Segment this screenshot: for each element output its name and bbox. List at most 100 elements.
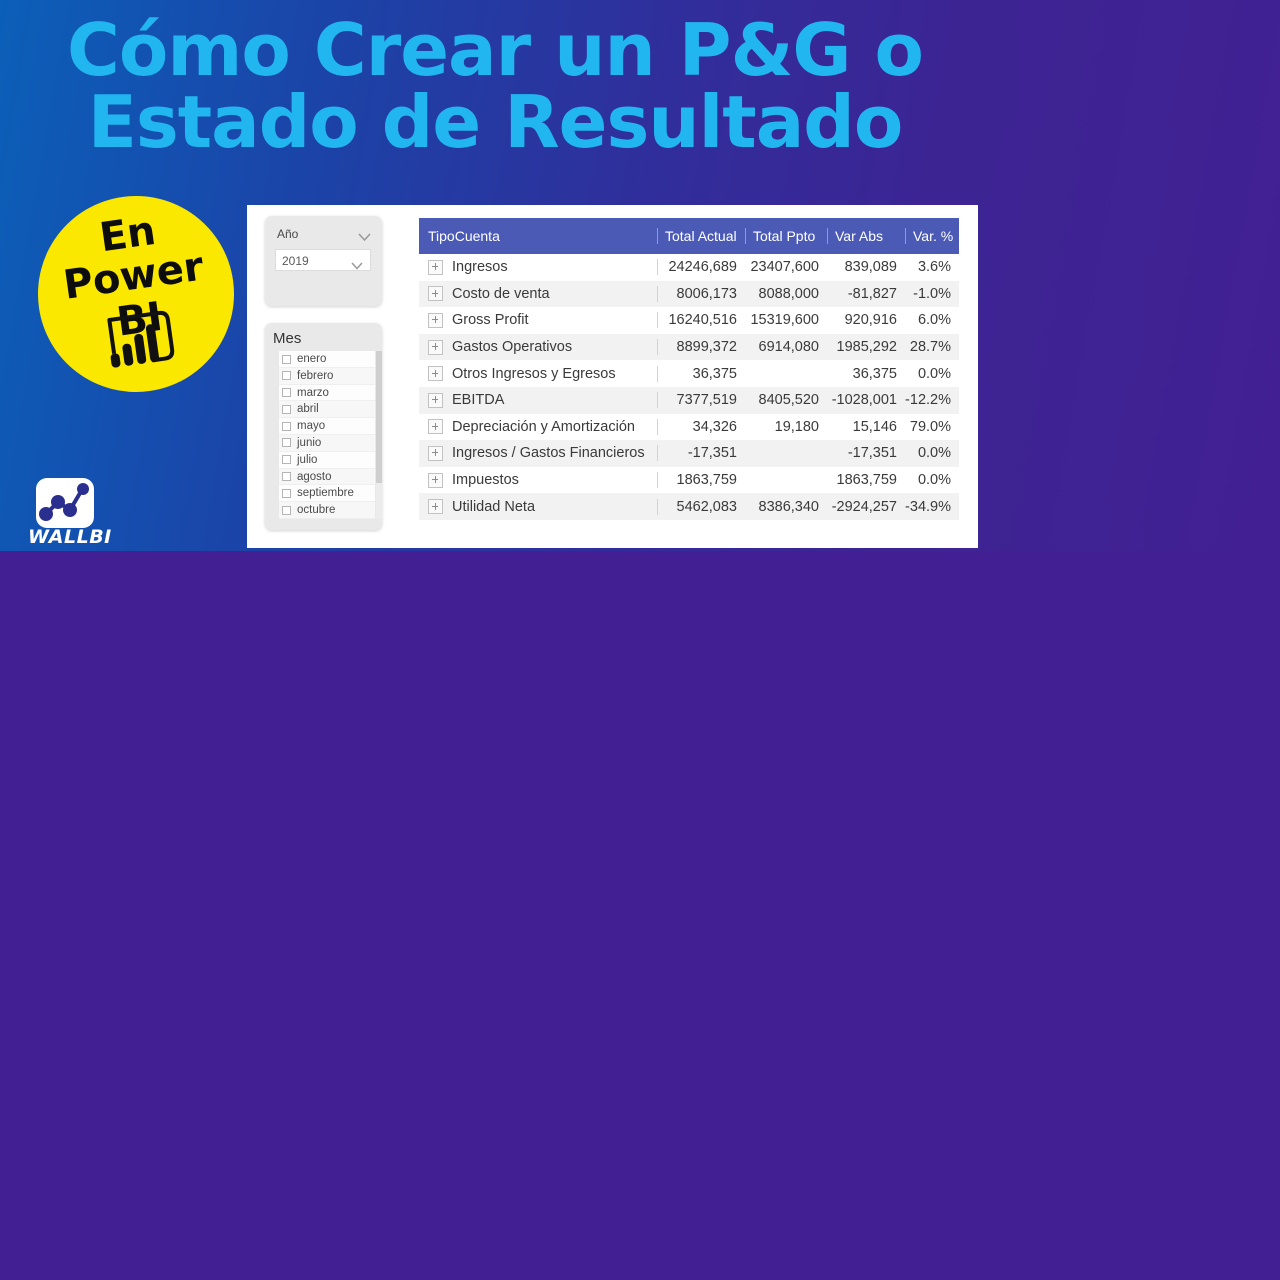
wallbi-wordmark: WALLBI (28, 526, 112, 548)
cell-var-abs: 1985,292 (836, 339, 897, 356)
year-dropdown[interactable]: 2019 (275, 249, 371, 271)
cell-var-pct: -1.0% (913, 285, 951, 302)
checkbox-icon[interactable] (282, 421, 291, 431)
scrollbar-thumb[interactable] (376, 351, 382, 483)
chevron-down-icon[interactable] (351, 257, 363, 270)
row-label: Utilidad Neta (452, 498, 536, 515)
column-header-total-ppto[interactable]: Total Ppto (745, 228, 827, 244)
list-item-label: octubre (297, 504, 336, 517)
list-item[interactable]: abril (279, 401, 375, 419)
list-item[interactable]: septiembre (279, 485, 375, 503)
checkbox-icon[interactable] (282, 488, 291, 498)
checkbox-icon[interactable] (282, 438, 291, 448)
row-label-cell[interactable]: Costo de venta (419, 286, 657, 302)
row-label: Gross Profit (452, 312, 529, 329)
row-label-cell[interactable]: Otros Ingresos y Egresos (419, 366, 657, 382)
row-label-cell[interactable]: Ingresos (419, 259, 657, 275)
row-label: EBITDA (452, 392, 505, 409)
checkbox-icon[interactable] (282, 404, 291, 414)
list-item[interactable]: enero (279, 351, 375, 368)
expand-plus-icon[interactable] (428, 472, 443, 488)
checkbox-icon[interactable] (282, 455, 291, 465)
checkbox-icon[interactable] (282, 505, 291, 515)
cell-total-actual: 8006,173 (657, 285, 745, 302)
cell-var-abs: 36,375 (852, 365, 897, 382)
expand-plus-icon[interactable] (428, 366, 443, 382)
table-row[interactable]: Gross Profit 16240,516 15319,600 920,916… (419, 307, 959, 334)
chevron-down-icon[interactable] (358, 229, 371, 242)
table-row[interactable]: Impuestos 1863,759 1863,759 0.0% (419, 466, 959, 494)
pl-matrix-table: TipoCuenta Total Actual Total Ppto Var A… (419, 218, 959, 520)
checkbox-icon[interactable] (282, 371, 291, 381)
checkbox-icon[interactable] (282, 388, 291, 398)
list-item-label: enero (297, 353, 327, 365)
row-label-cell[interactable]: Gross Profit (419, 312, 657, 328)
row-label-cell[interactable]: Impuestos (419, 472, 657, 488)
month-option-list[interactable]: enero febrero marzo abril mayo junio jul… (279, 351, 375, 519)
cell-var-abs: 15,146 (852, 418, 897, 435)
page-title: Cómo Crear un P&G o Estado de Resultado (67, 8, 924, 164)
list-item-label: septiembre (297, 487, 354, 500)
row-label-cell[interactable]: Ingresos / Gastos Financieros (419, 445, 657, 461)
table-row[interactable]: Utilidad Neta 5462,083 8386,340 -2924,25… (419, 493, 959, 520)
expand-plus-icon[interactable] (428, 392, 443, 408)
checkbox-icon[interactable] (282, 472, 291, 482)
month-list-scrollbar[interactable] (376, 351, 382, 519)
list-item[interactable]: octubre (279, 502, 375, 519)
table-row[interactable]: Costo de venta 8006,173 8088,000 -81,827… (419, 280, 959, 308)
list-item[interactable]: marzo (279, 384, 375, 402)
cell-var-abs: 920,916 (844, 312, 897, 329)
row-label-cell[interactable]: Gastos Operativos (419, 339, 657, 355)
power-bi-icon (100, 298, 187, 378)
row-label: Ingresos (452, 259, 508, 276)
column-header-total-actual[interactable]: Total Actual (657, 228, 745, 244)
list-item[interactable]: junio (279, 434, 375, 452)
expand-plus-icon[interactable] (428, 286, 443, 302)
checkbox-icon[interactable] (282, 354, 291, 364)
cell-total-ppto: 19,180 (774, 418, 819, 435)
table-row[interactable]: Otros Ingresos y Egresos 36,375 36,375 0… (419, 360, 959, 387)
list-item-label: abril (297, 403, 319, 416)
column-header-var-abs[interactable]: Var Abs (827, 228, 905, 244)
cell-total-ppto: 8088,000 (758, 285, 819, 302)
cell-total-actual: 34,326 (657, 418, 745, 435)
list-item[interactable]: julio (279, 451, 375, 469)
slicer-month-title: Mes (273, 330, 302, 347)
cell-total-ppto: 15319,600 (750, 312, 819, 329)
column-header-var-pct[interactable]: Var. % (905, 228, 959, 244)
expand-plus-icon[interactable] (428, 499, 443, 515)
table-header-row: TipoCuenta Total Actual Total Ppto Var A… (419, 218, 959, 254)
expand-plus-icon[interactable] (428, 445, 443, 461)
expand-plus-icon[interactable] (428, 312, 443, 328)
list-item[interactable]: febrero (279, 367, 375, 385)
table-row[interactable]: Ingresos 24246,689 23407,600 839,089 3.6… (419, 254, 959, 281)
slicer-month[interactable]: Mes enero febrero marzo abril mayo junio… (265, 323, 382, 530)
expand-plus-icon[interactable] (428, 259, 443, 275)
table-row[interactable]: Ingresos / Gastos Financieros -17,351 -1… (419, 440, 959, 467)
list-item-label: julio (297, 453, 318, 466)
slicer-year-title: Año (277, 227, 299, 241)
cell-var-abs: -1028,001 (831, 392, 897, 409)
cell-total-ppto: 8386,340 (758, 498, 819, 515)
column-header-tipocuenta[interactable]: TipoCuenta (419, 228, 657, 244)
expand-plus-icon[interactable] (428, 339, 443, 355)
cell-var-pct: -34.9% (905, 498, 951, 515)
expand-plus-icon[interactable] (428, 419, 443, 435)
list-item[interactable]: agosto (279, 468, 375, 486)
row-label-cell[interactable]: EBITDA (419, 392, 657, 408)
slicer-year[interactable]: Año 2019 (265, 216, 382, 306)
table-row[interactable]: EBITDA 7377,519 8405,520 -1028,001 -12.2… (419, 386, 959, 414)
row-label-cell[interactable]: Utilidad Neta (419, 499, 657, 515)
cell-var-pct: 28.7% (909, 339, 951, 356)
cell-total-actual: 7377,519 (657, 392, 745, 409)
row-label: Depreciación y Amortización (452, 418, 635, 435)
cell-var-pct: 79.0% (909, 418, 951, 435)
cell-var-abs: -81,827 (847, 285, 897, 302)
row-label-cell[interactable]: Depreciación y Amortización (419, 419, 657, 435)
table-row[interactable]: Gastos Operativos 8899,372 6914,080 1985… (419, 333, 959, 361)
cell-total-actual: 5462,083 (657, 498, 745, 515)
list-item[interactable]: mayo (279, 418, 375, 435)
cell-var-abs: 1863,759 (836, 472, 897, 489)
table-row[interactable]: Depreciación y Amortización 34,326 19,18… (419, 413, 959, 441)
cell-var-pct: 0.0% (917, 472, 951, 489)
